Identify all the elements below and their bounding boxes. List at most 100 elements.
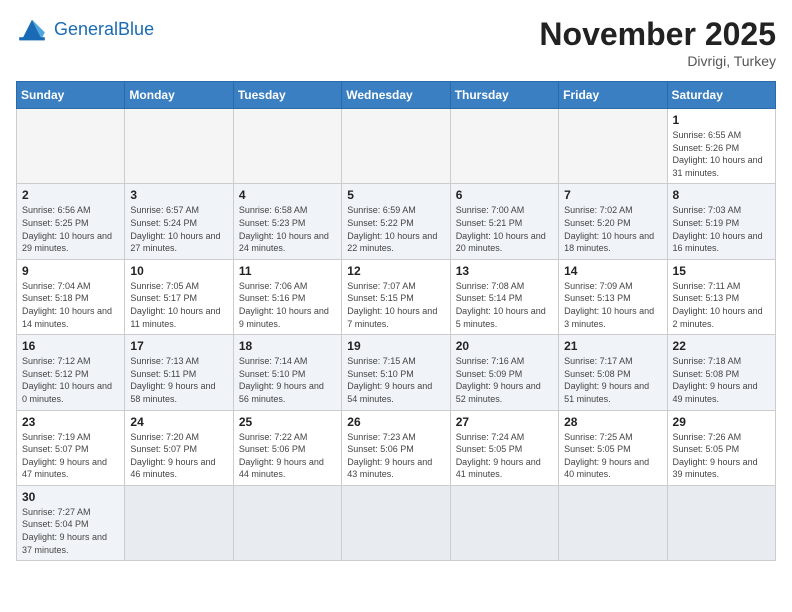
day-info: Sunrise: 6:56 AMSunset: 5:25 PMDaylight:… xyxy=(22,204,119,254)
location: Divrigi, Turkey xyxy=(539,53,776,69)
calendar-row: 2 Sunrise: 6:56 AMSunset: 5:25 PMDaylight… xyxy=(17,184,776,259)
day-number: 10 xyxy=(130,264,227,278)
calendar-container: GeneralBlue November 2025 Divrigi, Turke… xyxy=(0,0,792,612)
table-row: 8 Sunrise: 7:03 AMSunset: 5:19 PMDaylight… xyxy=(667,184,775,259)
day-number: 8 xyxy=(673,188,770,202)
day-number: 15 xyxy=(673,264,770,278)
day-number: 6 xyxy=(456,188,553,202)
table-row: 4 Sunrise: 6:58 AMSunset: 5:23 PMDaylight… xyxy=(233,184,341,259)
day-info: Sunrise: 7:23 AMSunset: 5:06 PMDaylight:… xyxy=(347,431,444,481)
table-row xyxy=(17,109,125,184)
day-info: Sunrise: 7:12 AMSunset: 5:12 PMDaylight:… xyxy=(22,355,119,405)
header-tuesday: Tuesday xyxy=(233,82,341,109)
table-row xyxy=(667,485,775,560)
table-row: 27 Sunrise: 7:24 AMSunset: 5:05 PMDayligh… xyxy=(450,410,558,485)
table-row: 3 Sunrise: 6:57 AMSunset: 5:24 PMDaylight… xyxy=(125,184,233,259)
day-number: 18 xyxy=(239,339,336,353)
day-number: 19 xyxy=(347,339,444,353)
table-row: 18Sunrise: 7:14 AMSunset: 5:10 PMDayligh… xyxy=(233,335,341,410)
day-info: Sunrise: 6:55 AMSunset: 5:26 PMDaylight:… xyxy=(673,129,770,179)
weekday-header-row: Sunday Monday Tuesday Wednesday Thursday… xyxy=(17,82,776,109)
header-thursday: Thursday xyxy=(450,82,558,109)
table-row xyxy=(342,485,450,560)
table-row: 24Sunrise: 7:20 AMSunset: 5:07 PMDayligh… xyxy=(125,410,233,485)
day-info: Sunrise: 7:07 AMSunset: 5:15 PMDaylight:… xyxy=(347,280,444,330)
day-number: 29 xyxy=(673,415,770,429)
header-wednesday: Wednesday xyxy=(342,82,450,109)
table-row: 19 Sunrise: 7:15 AMSunset: 5:10 PMDayligh… xyxy=(342,335,450,410)
day-number: 3 xyxy=(130,188,227,202)
table-row: 10 Sunrise: 7:05 AMSunset: 5:17 PMDayligh… xyxy=(125,259,233,334)
day-info: Sunrise: 7:03 AMSunset: 5:19 PMDaylight:… xyxy=(673,204,770,254)
table-row: 21Sunrise: 7:17 AMSunset: 5:08 PMDayligh… xyxy=(559,335,667,410)
table-row xyxy=(125,485,233,560)
table-row: 11Sunrise: 7:06 AMSunset: 5:16 PMDayligh… xyxy=(233,259,341,334)
day-info: Sunrise: 7:20 AMSunset: 5:07 PMDaylight:… xyxy=(130,431,227,481)
table-row: 22 Sunrise: 7:18 AMSunset: 5:08 PMDayligh… xyxy=(667,335,775,410)
table-row: 16 Sunrise: 7:12 AMSunset: 5:12 PMDayligh… xyxy=(17,335,125,410)
day-number: 17 xyxy=(130,339,227,353)
day-number: 26 xyxy=(347,415,444,429)
day-number: 2 xyxy=(22,188,119,202)
day-number: 21 xyxy=(564,339,661,353)
day-number: 14 xyxy=(564,264,661,278)
day-number: 13 xyxy=(456,264,553,278)
day-number: 20 xyxy=(456,339,553,353)
day-info: Sunrise: 7:27 AMSunset: 5:04 PMDaylight:… xyxy=(22,506,119,556)
header: GeneralBlue November 2025 Divrigi, Turke… xyxy=(16,16,776,69)
day-number: 7 xyxy=(564,188,661,202)
calendar-row: 30 Sunrise: 7:27 AMSunset: 5:04 PMDayligh… xyxy=(17,485,776,560)
table-row: 29 Sunrise: 7:26 AMSunset: 5:05 PMDayligh… xyxy=(667,410,775,485)
day-info: Sunrise: 6:58 AMSunset: 5:23 PMDaylight:… xyxy=(239,204,336,254)
table-row xyxy=(342,109,450,184)
table-row: 14 Sunrise: 7:09 AMSunset: 5:13 PMDayligh… xyxy=(559,259,667,334)
day-number: 27 xyxy=(456,415,553,429)
day-info: Sunrise: 7:26 AMSunset: 5:05 PMDaylight:… xyxy=(673,431,770,481)
header-saturday: Saturday xyxy=(667,82,775,109)
day-info: Sunrise: 7:09 AMSunset: 5:13 PMDaylight:… xyxy=(564,280,661,330)
day-info: Sunrise: 6:57 AMSunset: 5:24 PMDaylight:… xyxy=(130,204,227,254)
day-number: 12 xyxy=(347,264,444,278)
table-row: 2 Sunrise: 6:56 AMSunset: 5:25 PMDaylight… xyxy=(17,184,125,259)
table-row xyxy=(233,485,341,560)
table-row: 7Sunrise: 7:02 AMSunset: 5:20 PMDaylight… xyxy=(559,184,667,259)
header-monday: Monday xyxy=(125,82,233,109)
table-row: 12 Sunrise: 7:07 AMSunset: 5:15 PMDayligh… xyxy=(342,259,450,334)
day-info: Sunrise: 7:24 AMSunset: 5:05 PMDaylight:… xyxy=(456,431,553,481)
month-year: November 2025 xyxy=(539,16,776,53)
day-number: 5 xyxy=(347,188,444,202)
day-info: Sunrise: 7:16 AMSunset: 5:09 PMDaylight:… xyxy=(456,355,553,405)
day-info: Sunrise: 7:18 AMSunset: 5:08 PMDaylight:… xyxy=(673,355,770,405)
day-info: Sunrise: 7:13 AMSunset: 5:11 PMDaylight:… xyxy=(130,355,227,405)
day-info: Sunrise: 7:11 AMSunset: 5:13 PMDaylight:… xyxy=(673,280,770,330)
day-info: Sunrise: 7:15 AMSunset: 5:10 PMDaylight:… xyxy=(347,355,444,405)
header-sunday: Sunday xyxy=(17,82,125,109)
table-row xyxy=(559,109,667,184)
day-number: 9 xyxy=(22,264,119,278)
day-info: Sunrise: 7:08 AMSunset: 5:14 PMDaylight:… xyxy=(456,280,553,330)
logo-text: GeneralBlue xyxy=(54,20,154,40)
table-row xyxy=(233,109,341,184)
table-row: 6Sunrise: 7:00 AMSunset: 5:21 PMDaylight… xyxy=(450,184,558,259)
day-number: 16 xyxy=(22,339,119,353)
day-number: 11 xyxy=(239,264,336,278)
table-row: 9 Sunrise: 7:04 AMSunset: 5:18 PMDaylight… xyxy=(17,259,125,334)
table-row: 17 Sunrise: 7:13 AMSunset: 5:11 PMDayligh… xyxy=(125,335,233,410)
day-number: 30 xyxy=(22,490,119,504)
day-number: 4 xyxy=(239,188,336,202)
day-number: 22 xyxy=(673,339,770,353)
table-row: 30 Sunrise: 7:27 AMSunset: 5:04 PMDayligh… xyxy=(17,485,125,560)
calendar-table: Sunday Monday Tuesday Wednesday Thursday… xyxy=(16,81,776,561)
table-row: 5Sunrise: 6:59 AMSunset: 5:22 PMDaylight… xyxy=(342,184,450,259)
day-info: Sunrise: 7:04 AMSunset: 5:18 PMDaylight:… xyxy=(22,280,119,330)
day-info: Sunrise: 7:22 AMSunset: 5:06 PMDaylight:… xyxy=(239,431,336,481)
calendar-row: 16 Sunrise: 7:12 AMSunset: 5:12 PMDayligh… xyxy=(17,335,776,410)
table-row: 1 Sunrise: 6:55 AMSunset: 5:26 PMDaylight… xyxy=(667,109,775,184)
calendar-row: 9 Sunrise: 7:04 AMSunset: 5:18 PMDaylight… xyxy=(17,259,776,334)
table-row: 15 Sunrise: 7:11 AMSunset: 5:13 PMDayligh… xyxy=(667,259,775,334)
table-row xyxy=(559,485,667,560)
day-info: Sunrise: 7:05 AMSunset: 5:17 PMDaylight:… xyxy=(130,280,227,330)
logo-general: General xyxy=(54,19,118,39)
day-number: 1 xyxy=(673,113,770,127)
title-section: November 2025 Divrigi, Turkey xyxy=(539,16,776,69)
